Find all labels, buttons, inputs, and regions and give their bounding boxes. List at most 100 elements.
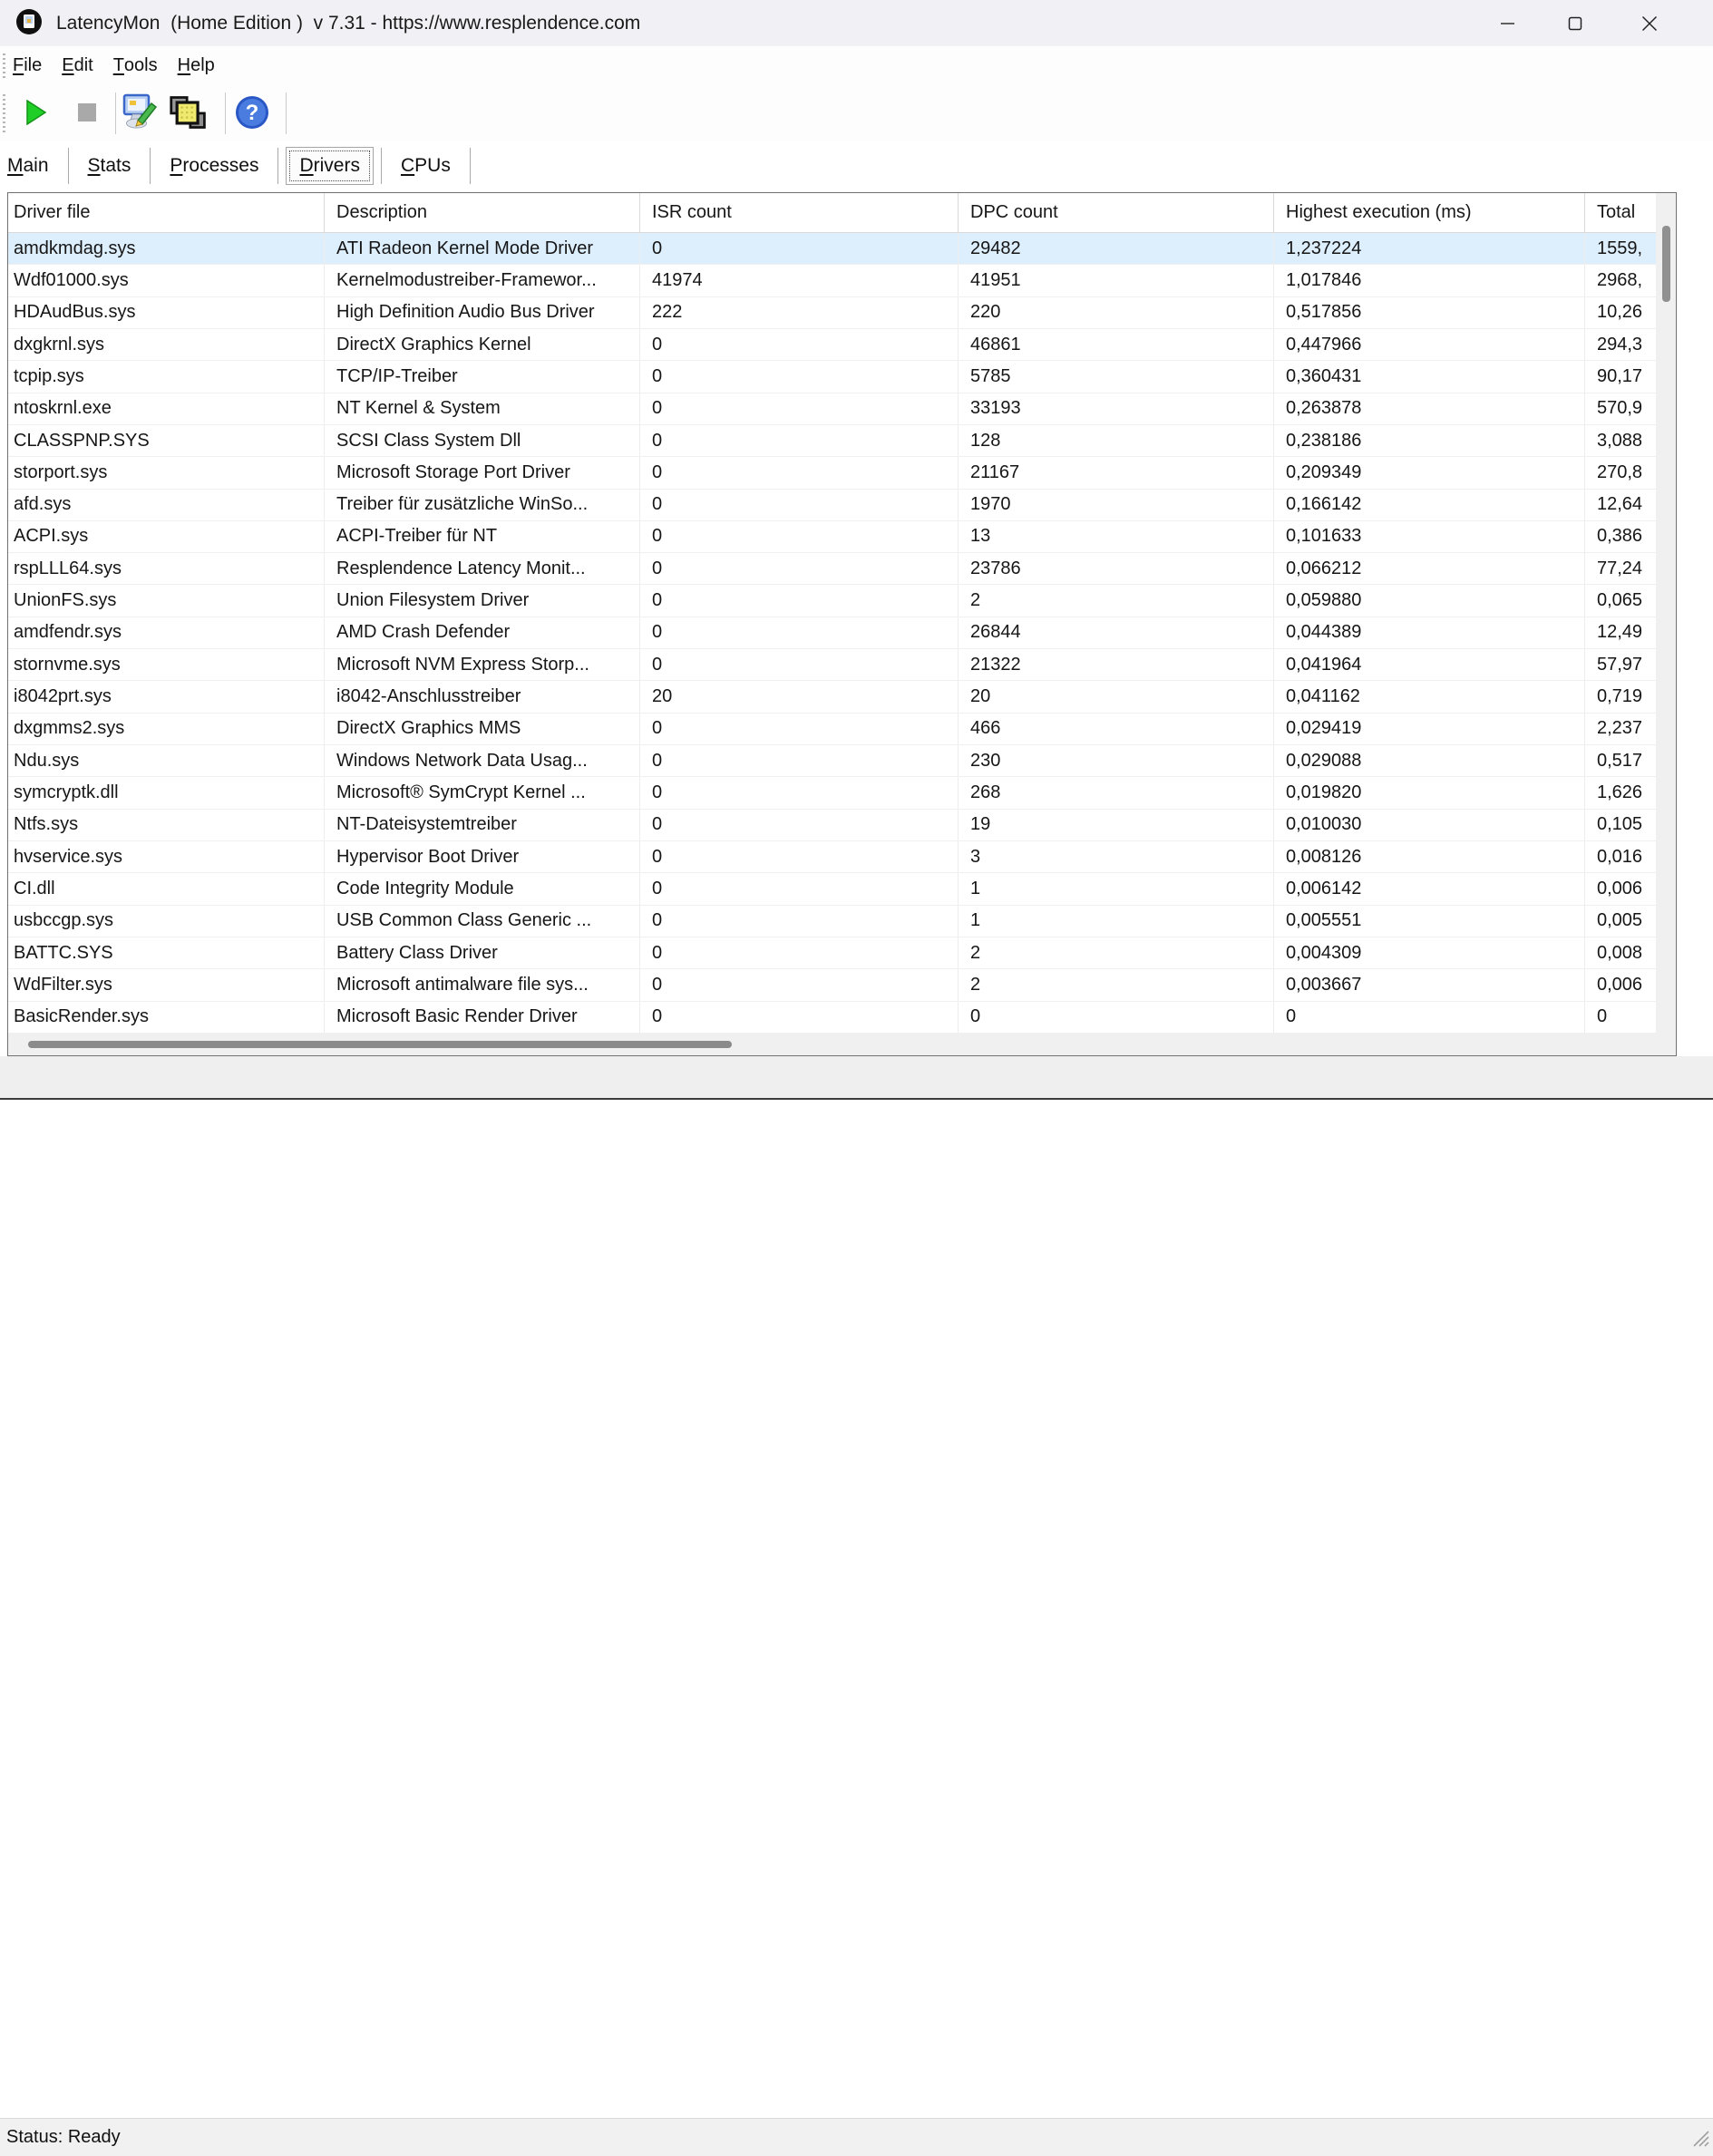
table-row[interactable]: CLASSPNP.SYSSCSI Class System Dll01280,2…	[8, 425, 1656, 457]
table-row[interactable]: storport.sysMicrosoft Storage Port Drive…	[8, 457, 1656, 489]
copy-report-button[interactable]	[169, 91, 209, 134]
cell-highest-execution-ms: 0,238186	[1274, 425, 1585, 456]
toolbar-gripper[interactable]	[3, 94, 5, 132]
tab-cpus[interactable]: CPUs	[382, 148, 470, 184]
tab-label: rivers	[314, 155, 360, 176]
cell-description: ATI Radeon Kernel Mode Driver	[325, 233, 640, 264]
horizontal-scrollbar[interactable]	[8, 1034, 1676, 1055]
table-row[interactable]: i8042prt.sysi8042-Anschlusstreiber20200,…	[8, 681, 1656, 713]
table-row[interactable]: stornvme.sysMicrosoft NVM Express Storp.…	[8, 649, 1656, 681]
cell-driver-file: BATTC.SYS	[8, 937, 325, 968]
close-icon	[1640, 15, 1659, 33]
cell-dpc-count: 1	[959, 873, 1274, 904]
cell-description: Hypervisor Boot Driver	[325, 841, 640, 872]
table-row[interactable]: dxgmms2.sysDirectX Graphics MMS04660,029…	[8, 714, 1656, 745]
table-row[interactable]: tcpip.sysTCP/IP-Treiber057850,36043190,1…	[8, 361, 1656, 393]
tab-bar: MainStatsProcessesDriversCPUs	[0, 141, 1713, 190]
cell-total: 0,008	[1585, 937, 1656, 968]
table-row[interactable]: UnionFS.sysUnion Filesystem Driver020,05…	[8, 585, 1656, 617]
table-row[interactable]: HDAudBus.sysHigh Definition Audio Bus Dr…	[8, 297, 1656, 329]
monitor-pencil-icon	[122, 93, 158, 131]
edit-monitor-options-button[interactable]	[120, 91, 160, 134]
cell-driver-file: Ntfs.sys	[8, 810, 325, 840]
table-row[interactable]: BasicRender.sysMicrosoft Basic Render Dr…	[8, 1002, 1656, 1034]
cell-isr-count: 0	[640, 457, 959, 488]
table-row[interactable]: dxgkrnl.sysDirectX Graphics Kernel046861…	[8, 329, 1656, 361]
table-body: amdkmdag.sysATI Radeon Kernel Mode Drive…	[8, 233, 1656, 1034]
column-header-highest-execution-ms[interactable]: Highest execution (ms)	[1274, 193, 1585, 232]
column-header-dpc-count[interactable]: DPC count	[959, 193, 1274, 232]
cell-description: NT Kernel & System	[325, 393, 640, 424]
tab-processes[interactable]: Processes	[151, 148, 277, 184]
vertical-scrollbar-thumb[interactable]	[1662, 226, 1670, 302]
table-row[interactable]: BATTC.SYSBattery Class Driver020,0043090…	[8, 937, 1656, 969]
toolbar-separator	[286, 92, 287, 134]
minimize-button[interactable]	[1478, 0, 1538, 46]
cell-isr-count: 0	[640, 969, 959, 1000]
cell-total: 77,24	[1585, 553, 1656, 584]
cell-description: Windows Network Data Usag...	[325, 745, 640, 776]
cell-description: SCSI Class System Dll	[325, 425, 640, 456]
cell-highest-execution-ms: 0,003667	[1274, 969, 1585, 1000]
start-monitor-button[interactable]	[16, 91, 56, 134]
toolbar-separator	[225, 92, 226, 134]
table-row[interactable]: usbccgp.sysUSB Common Class Generic ...0…	[8, 906, 1656, 937]
cell-highest-execution-ms: 0,019820	[1274, 777, 1585, 808]
cell-isr-count: 222	[640, 297, 959, 328]
table-row[interactable]: amdkmdag.sysATI Radeon Kernel Mode Drive…	[8, 233, 1656, 265]
cell-description: DirectX Graphics MMS	[325, 714, 640, 744]
menu-item-label: dit	[74, 55, 93, 76]
maximize-button[interactable]	[1545, 0, 1605, 46]
cell-highest-execution-ms: 0,059880	[1274, 585, 1585, 616]
cell-driver-file: dxgkrnl.sys	[8, 329, 325, 360]
stop-icon	[77, 102, 97, 122]
horizontal-scrollbar-thumb[interactable]	[28, 1041, 732, 1048]
cell-dpc-count: 29482	[959, 233, 1274, 264]
menu-item-help[interactable]: Help	[168, 46, 225, 85]
cell-total: 0	[1585, 1002, 1656, 1033]
table-row[interactable]: Ntfs.sysNT-Dateisystemtreiber0190,010030…	[8, 810, 1656, 841]
table-row[interactable]: afd.sysTreiber für zusätzliche WinSo...0…	[8, 490, 1656, 521]
column-header-total[interactable]: Total	[1585, 193, 1656, 232]
tab-drivers[interactable]: Drivers	[286, 147, 374, 185]
vertical-scrollbar[interactable]	[1656, 193, 1676, 1034]
table-row[interactable]: Wdf01000.sysKernelmodustreiber-Framewor.…	[8, 265, 1656, 296]
table-row[interactable]: WdFilter.sysMicrosoft antimalware file s…	[8, 969, 1656, 1001]
table-row[interactable]: hvservice.sysHypervisor Boot Driver030,0…	[8, 841, 1656, 873]
cell-isr-count: 0	[640, 841, 959, 872]
menubar-gripper[interactable]	[3, 53, 5, 78]
cell-driver-file: rspLLL64.sys	[8, 553, 325, 584]
resize-grip-icon[interactable]	[1690, 2128, 1710, 2152]
table-row[interactable]: symcryptk.dllMicrosoft® SymCrypt Kernel …	[8, 777, 1656, 809]
tab-label: rocesses	[182, 155, 258, 176]
cell-description: Microsoft NVM Express Storp...	[325, 649, 640, 680]
cell-highest-execution-ms: 0,004309	[1274, 937, 1585, 968]
table-row[interactable]: ACPI.sysACPI-Treiber für NT0130,1016330,…	[8, 521, 1656, 553]
cell-description: ACPI-Treiber für NT	[325, 521, 640, 552]
stop-monitor-button[interactable]	[67, 91, 107, 134]
tab-main[interactable]: Main	[0, 148, 68, 184]
cell-driver-file: ACPI.sys	[8, 521, 325, 552]
column-header-description[interactable]: Description	[325, 193, 640, 232]
table-row[interactable]: ntoskrnl.exeNT Kernel & System0331930,26…	[8, 393, 1656, 425]
menu-item-file[interactable]: File	[0, 46, 52, 85]
tab-stats[interactable]: Stats	[69, 148, 151, 184]
cell-driver-file: ntoskrnl.exe	[8, 393, 325, 424]
table-row[interactable]: Ndu.sysWindows Network Data Usag...02300…	[8, 745, 1656, 777]
cell-total: 0,016	[1585, 841, 1656, 872]
help-button[interactable]: ?	[232, 91, 272, 134]
menu-item-accesskey: F	[13, 55, 24, 76]
cell-isr-count: 0	[640, 937, 959, 968]
menu-item-edit[interactable]: Edit	[52, 46, 102, 85]
cell-highest-execution-ms: 0,041964	[1274, 649, 1585, 680]
table-row[interactable]: rspLLL64.sysResplendence Latency Monit..…	[8, 553, 1656, 585]
cell-driver-file: Ndu.sys	[8, 745, 325, 776]
cell-total: 294,3	[1585, 329, 1656, 360]
table-row[interactable]: CI.dllCode Integrity Module010,0061420,0…	[8, 873, 1656, 905]
close-button[interactable]	[1620, 0, 1679, 46]
column-header-isr-count[interactable]: ISR count	[640, 193, 959, 232]
cell-isr-count: 0	[640, 521, 959, 552]
menu-item-tools[interactable]: Tools	[103, 46, 168, 85]
column-header-driver-file[interactable]: Driver file	[8, 193, 325, 232]
table-row[interactable]: amdfendr.sysAMD Crash Defender0268440,04…	[8, 617, 1656, 649]
